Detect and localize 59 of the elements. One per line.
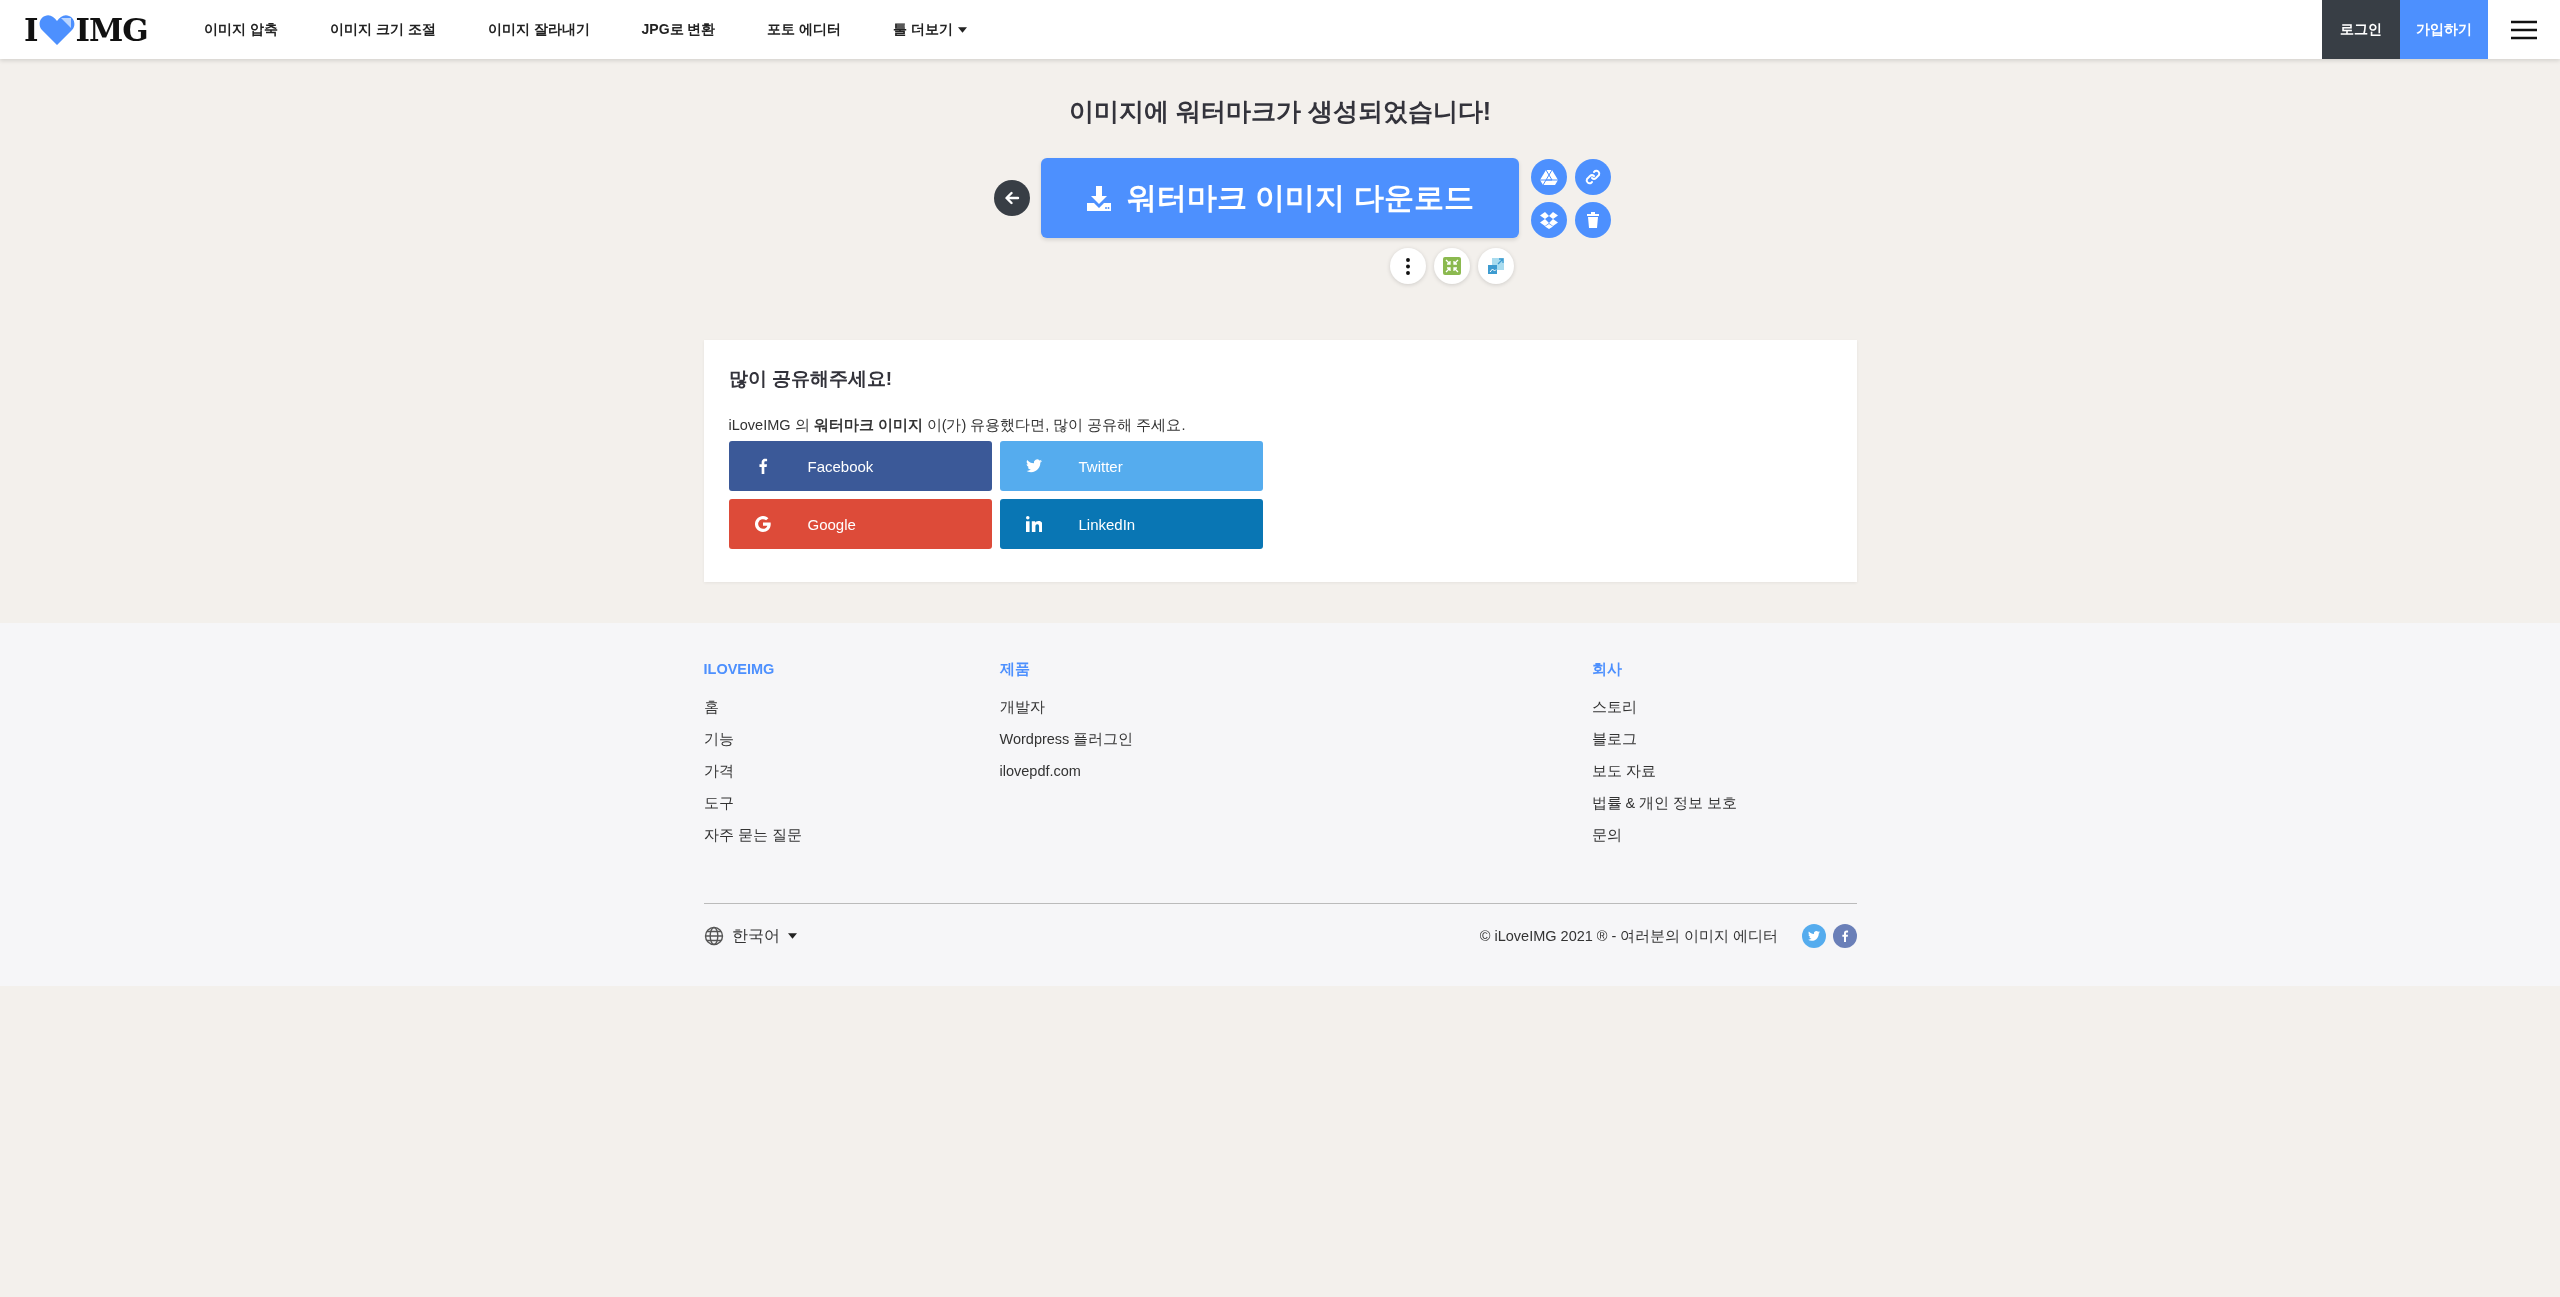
facebook-button[interactable] [1832,924,1857,948]
globe-icon [703,926,724,946]
google-icon [754,516,771,532]
kebab-icon [1405,257,1410,275]
share-button[interactable]: Facebook [728,441,992,491]
bird-icon [1807,930,1820,942]
footer-heading: 회사 [1591,660,1622,679]
nav-link[interactable]: 이미지 압축 [178,20,304,39]
nav-link[interactable]: 이미지 잘라내기 [461,20,616,39]
resize-button[interactable] [1477,248,1514,284]
logo[interactable]: I IMG [0,0,178,59]
footer-heading: 제품 [999,660,1030,679]
back-button[interactable] [993,180,1030,216]
footer-link[interactable]: 기능 [703,723,734,755]
copyright-text: © iLoveIMG 2021 ® - 여러분의 이미지 에디터 [1479,926,1779,946]
link-icon [1583,167,1602,186]
more-options-button[interactable] [1389,248,1426,284]
heart-icon [38,13,75,46]
menu-icon[interactable] [2511,19,2537,40]
resize-image-icon [1486,257,1505,275]
caret-icon [958,26,968,33]
link-button[interactable] [1574,158,1611,195]
compress-arrows-icon [1442,257,1461,275]
footer-link[interactable]: 홈 [703,691,719,723]
nav-link[interactable]: 포토 에디터 [741,20,868,39]
delete-button[interactable] [1574,201,1611,238]
share-button[interactable]: Google [728,499,992,549]
share-button[interactable]: LinkedIn [999,499,1263,549]
bird-icon [1025,458,1042,474]
box-icon [1539,210,1558,229]
footer-link[interactable]: Wordpress 플러그인 [999,723,1134,755]
footer-link[interactable]: 스토리 [1591,691,1637,723]
footer-link[interactable]: 자주 묻는 질문 [703,819,802,851]
footer-link[interactable]: 도구 [703,787,734,819]
dropbox-button[interactable] [1530,201,1567,238]
footer-heading: ILOVEIMG [703,660,775,679]
nav-link[interactable]: JPG로 변환 [615,20,742,39]
linkedin-icon [1025,516,1042,532]
page-title: 이미지에 워터마크가 생성되었습니다! [1068,96,1492,127]
footer-link[interactable]: 가격 [703,755,734,787]
footer-link[interactable]: 개발자 [999,691,1045,723]
login-button[interactable]: 로그인 [2322,0,2400,59]
footer-link[interactable]: ilovepdf.com [999,755,1081,787]
back-arrow-icon [1002,189,1021,207]
footer-link[interactable]: 블로그 [1591,723,1637,755]
compress-button[interactable] [1433,248,1470,284]
nav-link[interactable]: 이미지 크기 조절 [303,20,462,39]
triangle-drive-icon [1539,167,1558,186]
nav-link[interactable]: 툴 더보기 [867,20,994,39]
footer-link[interactable]: 법률 & 개인 정보 보호 [1591,787,1738,819]
download-icon [1085,184,1114,212]
share-description: iLoveIMG 의 워터마크 이미지 이(가) 유용했다면, 많이 공유해 주세요. [728,416,1187,435]
language-selector[interactable]: 한국어 [703,925,797,947]
caret-icon [787,933,797,939]
footer-link[interactable]: 문의 [1591,819,1622,851]
footer-link[interactable]: 보도 자료 [1591,755,1656,787]
drive-button[interactable] [1530,158,1567,195]
share-title: 많이 공유해주세요! [728,367,894,391]
twitter-button[interactable] [1801,924,1826,948]
